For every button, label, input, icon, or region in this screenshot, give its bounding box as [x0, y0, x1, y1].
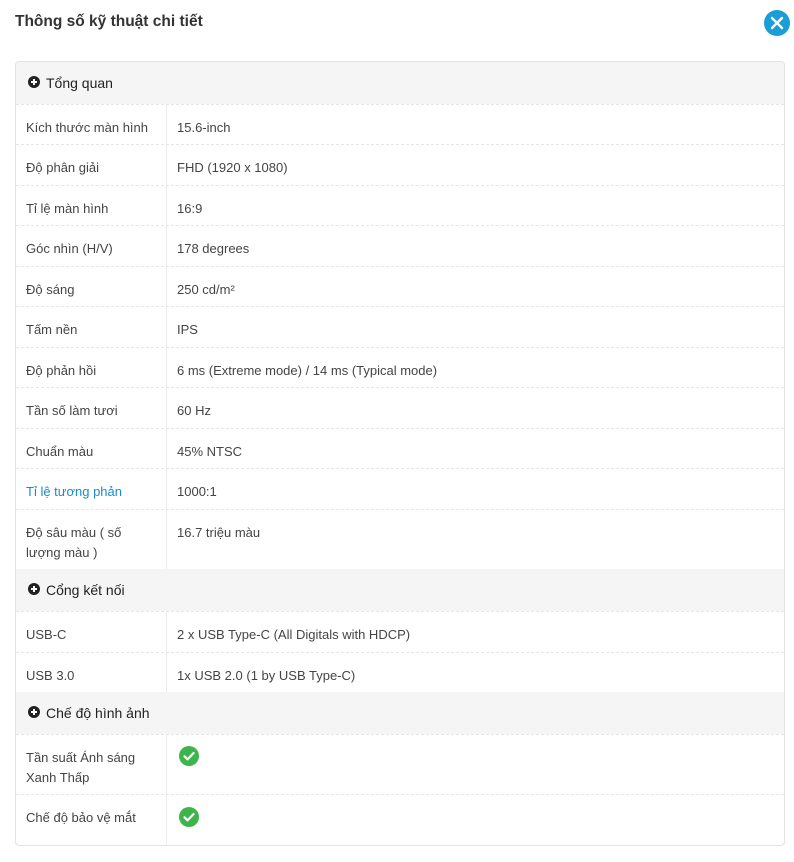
- spec-label: Độ phân giải: [26, 160, 99, 175]
- spec-row: Độ phản hồi 6 ms (Extreme mode) / 14 ms …: [16, 347, 784, 387]
- spec-row: Tỉ lệ tương phản 1000:1: [16, 468, 784, 509]
- spec-label: Tỉ lệ màn hình: [26, 201, 109, 216]
- plus-circle-icon: [28, 76, 40, 88]
- check-circle-icon: [179, 746, 199, 766]
- spec-row: USB 3.0 1x USB 2.0 (1 by USB Type-C): [16, 652, 784, 692]
- section-title: Tổng quan: [46, 75, 113, 91]
- spec-table: Tổng quan Kích thước màn hình 15.6-inch …: [15, 61, 785, 846]
- spec-label: USB-C: [26, 627, 67, 642]
- spec-row: Chế độ bảo vệ mắt: [16, 794, 784, 845]
- spec-value: 178 degrees: [177, 241, 250, 256]
- dialog-header: Thông số kỹ thuật chi tiết: [0, 0, 794, 46]
- dialog-title: Thông số kỹ thuật chi tiết: [15, 13, 203, 30]
- spec-row: Kích thước màn hình 15.6-inch: [16, 104, 784, 144]
- spec-row: Góc nhìn (H/V) 178 degrees: [16, 225, 784, 266]
- spec-value: FHD (1920 x 1080): [177, 160, 288, 175]
- spec-label: Góc nhìn (H/V): [26, 241, 113, 256]
- section-title: Chế độ hình ảnh: [46, 705, 150, 721]
- spec-row: Độ sâu màu ( số lượng màu ) 16.7 triệu m…: [16, 509, 784, 569]
- spec-value: 250 cd/m²: [177, 282, 235, 297]
- contrast-ratio-link[interactable]: Tỉ lệ tương phản: [26, 482, 156, 502]
- plus-circle-icon: [28, 706, 40, 718]
- close-button[interactable]: [764, 10, 790, 36]
- spec-value: IPS: [177, 322, 198, 337]
- section-title: Cổng kết nối: [46, 582, 125, 598]
- spec-row: Chuẩn màu 45% NTSC: [16, 428, 784, 468]
- spec-label: Kích thước màn hình: [26, 120, 149, 135]
- spec-value: 1000:1: [177, 484, 217, 499]
- spec-label: Độ sáng: [26, 282, 75, 297]
- spec-row: Độ sáng 250 cd/m²: [16, 266, 784, 306]
- plus-circle-icon: [28, 583, 40, 595]
- spec-label: Độ sâu màu ( số lượng màu ): [26, 525, 122, 560]
- spec-row: Tỉ lệ màn hình 16:9: [16, 185, 784, 225]
- spec-row: Tần số làm tươi 60 Hz: [16, 387, 784, 428]
- spec-label: Chuẩn màu: [26, 444, 94, 459]
- spec-label: USB 3.0: [26, 668, 75, 683]
- check-circle-icon: [179, 807, 199, 827]
- spec-value: 2 x USB Type-C (All Digitals with HDCP): [177, 627, 411, 642]
- spec-row: Tấm nền IPS: [16, 306, 784, 347]
- spec-value: 16.7 triệu màu: [177, 525, 261, 540]
- section-header-che-do-hinh-anh[interactable]: Chế độ hình ảnh: [16, 692, 784, 734]
- spec-value: 6 ms (Extreme mode) / 14 ms (Typical mod…: [177, 363, 438, 378]
- section-header-cong-ket-noi[interactable]: Cổng kết nối: [16, 569, 784, 611]
- close-icon: [770, 16, 784, 30]
- spec-row: Độ phân giải FHD (1920 x 1080): [16, 144, 784, 185]
- spec-value: 16:9: [177, 201, 203, 216]
- spec-row: Tần suất Ánh sáng Xanh Thấp: [16, 734, 784, 794]
- spec-value: 1x USB 2.0 (1 by USB Type-C): [177, 668, 356, 683]
- spec-label: Tần suất Ánh sáng Xanh Thấp: [26, 750, 136, 785]
- spec-label: Tần số làm tươi: [26, 403, 118, 418]
- spec-value: 15.6-inch: [177, 120, 231, 135]
- spec-value: 45% NTSC: [177, 444, 243, 459]
- section-header-tong-quan[interactable]: Tổng quan: [16, 62, 784, 104]
- spec-label: Chế độ bảo vệ mắt: [26, 810, 136, 825]
- spec-row: USB-C 2 x USB Type-C (All Digitals with …: [16, 611, 784, 652]
- spec-value: 60 Hz: [177, 403, 211, 418]
- spec-label: Độ phản hồi: [26, 363, 97, 378]
- spec-label: Tấm nền: [26, 322, 78, 337]
